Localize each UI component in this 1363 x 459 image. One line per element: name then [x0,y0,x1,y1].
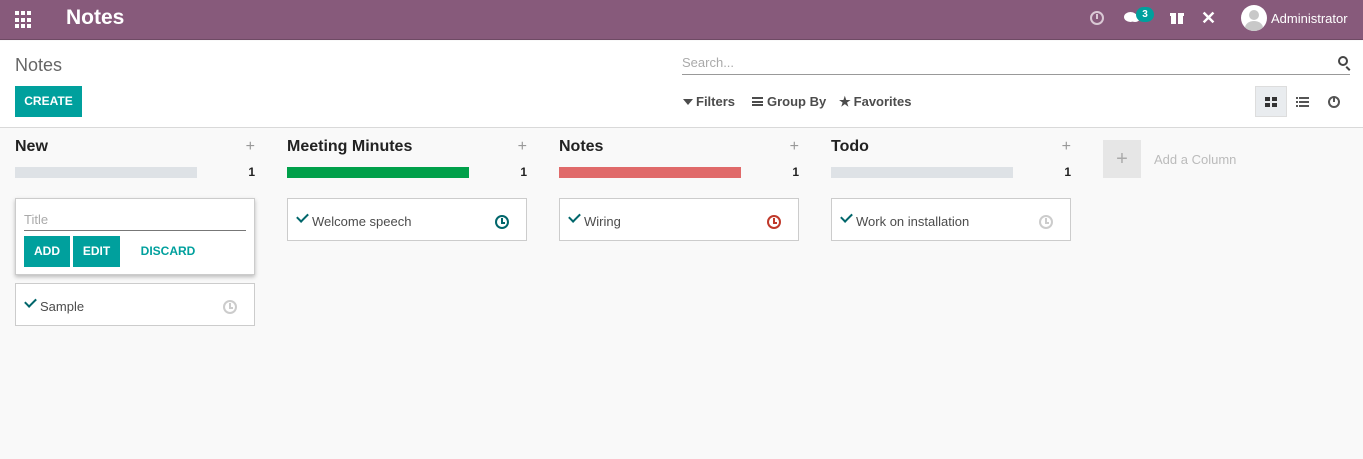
add-column-label: Add a Column [1154,152,1237,167]
filters-dropdown[interactable]: Filters [683,94,735,109]
activity-clock-icon[interactable] [767,215,781,229]
favorites-dropdown[interactable]: ★ Favorites [839,94,911,110]
check-icon[interactable] [24,295,37,308]
activity-view-button[interactable] [1319,86,1351,117]
note-title-input[interactable] [24,209,246,231]
apps-menu-icon[interactable] [15,11,33,29]
kanban-card[interactable]: Wiring [559,198,799,241]
breadcrumb: Notes [15,55,63,75]
plus-icon: + [1103,140,1141,178]
kanban-card[interactable]: Work on installation [831,198,1071,241]
activity-clock-icon[interactable] [223,300,237,314]
add-column-button[interactable]: + Add a Column [1103,140,1303,180]
edit-button[interactable]: EDIT [73,236,120,267]
star-icon: ★ [839,94,851,109]
control-panel: Notes CREATE Filters Group By ★Favorites [0,41,1363,128]
discard-button[interactable]: DISCARD [128,236,208,267]
column-quick-add-icon[interactable]: + [1062,138,1071,156]
card-title: Sample [40,299,85,314]
column-title[interactable]: Notes [559,138,603,156]
column-title[interactable]: Todo [831,138,869,156]
filters-label: Filters [696,94,736,109]
column-progress-bar[interactable] [831,167,1013,178]
add-button[interactable]: ADD [24,236,70,267]
app-title[interactable]: Notes [66,6,124,30]
kanban-card[interactable]: Welcome speech [287,198,527,241]
filter-icon [683,99,693,105]
favorites-label: Favorites [853,94,912,109]
bars-icon [752,97,763,106]
user-avatar[interactable] [1241,5,1267,31]
check-icon[interactable] [568,210,581,223]
card-title: Welcome speech [312,214,412,229]
card-title: Work on installation [856,214,970,229]
column-count: 1 [248,165,255,179]
column-count: 1 [1064,165,1071,179]
card-title: Wiring [584,214,621,229]
top-navbar: Notes 3 ✕ Administrator [0,0,1363,40]
column-title[interactable]: Meeting Minutes [287,138,412,156]
group-by-dropdown[interactable]: Group By [752,94,826,109]
search-box [682,52,1350,75]
column-progress-bar[interactable] [287,167,469,178]
kanban-view-button[interactable] [1255,86,1287,117]
column-quick-add-icon[interactable]: + [790,138,799,156]
search-icon[interactable] [1338,56,1348,66]
activity-clock-icon[interactable] [495,215,509,229]
gift-icon[interactable] [1170,11,1184,24]
list-view-button[interactable] [1287,86,1319,117]
message-count-badge: 3 [1136,7,1154,22]
check-icon[interactable] [840,210,853,223]
debug-tools-icon[interactable]: ✕ [1201,8,1216,29]
search-input[interactable] [682,52,1322,73]
column-progress-bar[interactable] [559,167,741,178]
activity-clock-icon[interactable] [1039,215,1053,229]
column-progress-bar[interactable] [15,167,197,178]
column-title[interactable]: New [15,138,48,156]
check-icon[interactable] [296,210,309,223]
column-count: 1 [792,165,799,179]
column-quick-add-icon[interactable]: + [246,138,255,156]
create-button[interactable]: CREATE [15,86,82,117]
column-quick-add-icon[interactable]: + [518,138,527,156]
kanban-card[interactable]: Sample [15,283,255,326]
group-by-label: Group By [767,94,827,109]
user-name[interactable]: Administrator [1271,11,1348,26]
column-count: 1 [520,165,527,179]
activity-clock-icon[interactable] [1090,11,1104,25]
quick-create-form: ADD EDIT DISCARD [15,198,255,275]
